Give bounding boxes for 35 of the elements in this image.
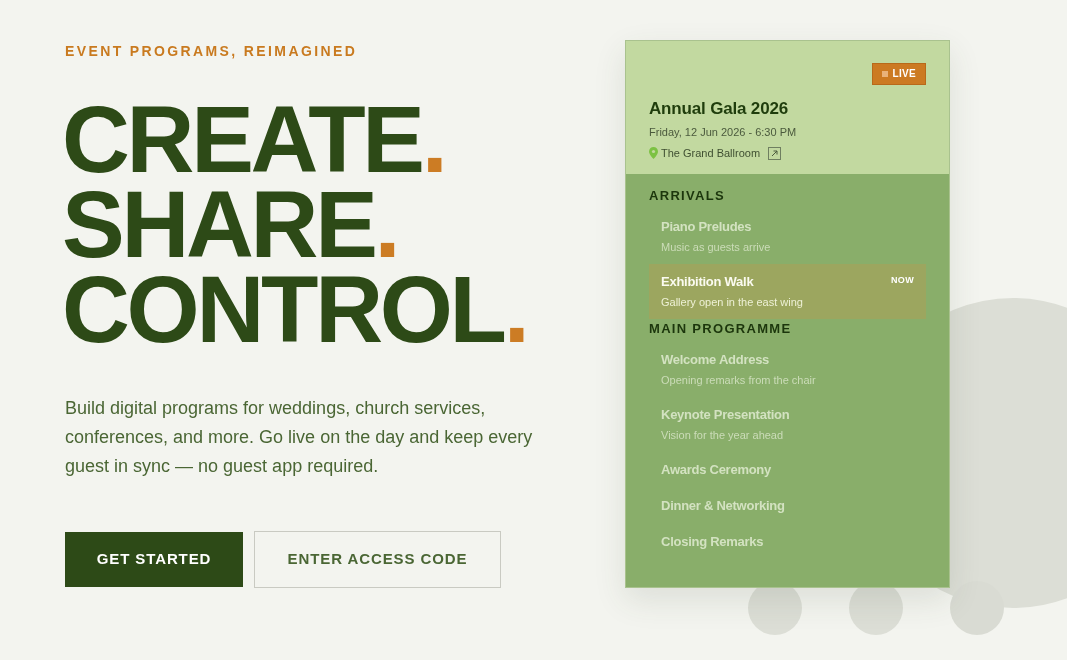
headline-line: SHARE. [62,182,398,267]
program-item[interactable]: Exhibition Walk NOW Gallery open in the east wing [649,264,926,319]
get-started-button[interactable]: GET STARTED [65,532,243,587]
item-title: Welcome Address [661,351,770,369]
item-subtitle: Opening remarks from the chair [661,373,817,388]
item-title: Awards Ceremony [661,461,771,479]
item-title: Closing Remarks [661,533,764,551]
headline-line: CONTROL. [62,267,527,352]
access-code-button[interactable]: ENTER ACCESS CODE [254,531,501,588]
square-icon [881,71,888,77]
program-item[interactable]: Dinner & Networking [649,488,926,524]
event-title: Annual Gala 2026 [649,98,789,120]
external-link-icon[interactable] [768,146,782,160]
section-heading: MAIN PROGRAMME [649,320,793,338]
map-pin-icon [649,147,658,159]
program-item[interactable]: Closing Remarks [649,524,926,560]
event-datetime: Friday, 12 Jun 2026 - 6:30 PM [649,125,798,140]
now-tag: NOW [890,274,914,286]
eyebrow-text: EVENT PROGRAMS, REIMAGINED [65,42,358,61]
live-label: LIVE [892,68,916,80]
program-item[interactable]: Awards Ceremony [649,452,926,488]
item-subtitle: Music as guests arrive [661,240,772,255]
section-heading: ARRIVALS [649,187,726,205]
item-subtitle: Vision for the year ahead [661,428,785,443]
item-subtitle: Gallery open in the east wing [661,295,804,310]
event-location: The Grand Ballroom [661,146,761,161]
item-title: Dinner & Networking [661,497,785,515]
program-item[interactable]: Keynote Presentation Vision for the year ahead [649,397,926,452]
item-title: Exhibition Walk [661,273,754,291]
headline-line: CREATE. [62,97,445,182]
hero-description: Build digital programs for weddings, church services, conferences, and more. Go live on the day and keep every guest in sync — no guest app required. [65,397,534,478]
item-title: Keynote Presentation [661,406,790,424]
item-title: Piano Preludes [661,218,752,236]
program-item[interactable]: Piano Preludes Music as guests arrive [649,209,926,264]
program-item[interactable]: Welcome Address Opening remarks from the chair [649,342,926,397]
